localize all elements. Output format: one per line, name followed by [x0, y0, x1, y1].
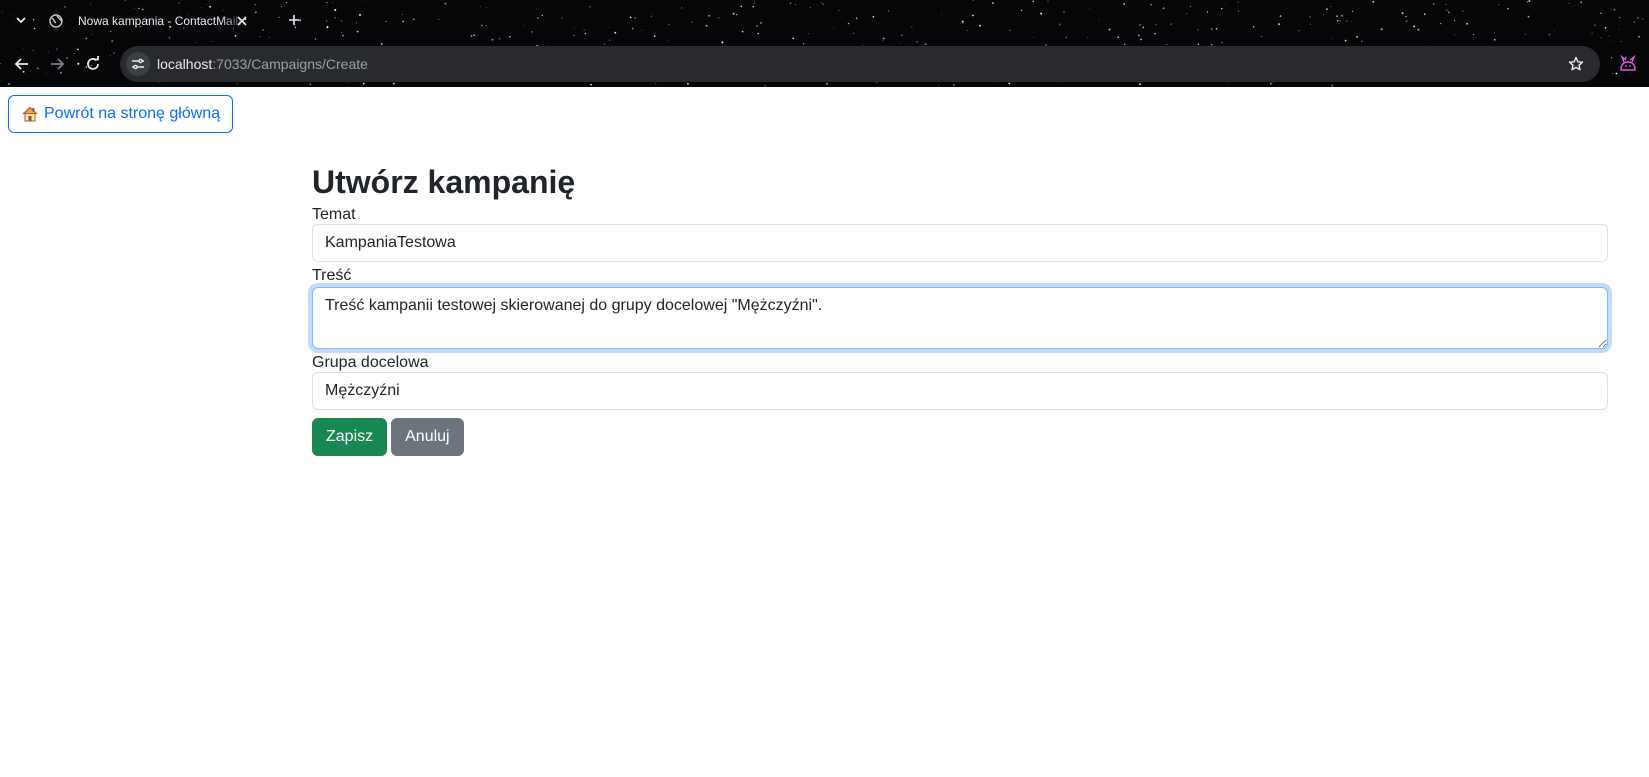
home-link-label: Powrót na stronę główną: [44, 105, 221, 122]
star-dot: [590, 83, 592, 86]
plus-icon[interactable]: [283, 9, 305, 31]
star-dot: [236, 83, 238, 85]
star-dot: [1620, 41, 1622, 42]
star-dot: [899, 43, 901, 44]
arrow-left-icon[interactable]: [9, 51, 35, 77]
subject-input[interactable]: [312, 224, 1608, 262]
cancel-button[interactable]: Anuluj: [391, 418, 464, 456]
star-dot: [1360, 40, 1363, 43]
star-dot: [194, 42, 196, 43]
star-dot: [1610, 41, 1612, 43]
star-dot: [938, 84, 940, 86]
browser-chrome: Nowa kampania - ContactMailer localhost:…: [0, 0, 1649, 87]
star-dot: [1139, 83, 1142, 86]
tab-strip: Nowa kampania - ContactMailer: [0, 0, 1649, 40]
globe-icon: [48, 13, 64, 29]
star-dot: [211, 40, 213, 43]
star-dot: [721, 41, 724, 44]
page-content: Powrót na stronę główną Utwórz kampanię …: [0, 87, 1649, 777]
close-icon[interactable]: [234, 13, 250, 29]
star-dot: [687, 82, 689, 85]
content-label: Treść: [312, 267, 352, 284]
star-dot: [825, 82, 828, 85]
house-icon: [21, 105, 39, 123]
star-dot: [655, 82, 657, 84]
star-icon[interactable]: [1566, 54, 1586, 74]
form-actions: Zapisz Anuluj: [312, 418, 1608, 456]
target-group-label: Grupa docelowa: [312, 354, 429, 371]
browser-toolbar: localhost:7033/Campaigns/Create: [0, 45, 1649, 83]
subject-label: Temat: [312, 206, 356, 223]
tab-active[interactable]: Nowa kampania - ContactMailer: [40, 6, 272, 36]
address-bar[interactable]: localhost:7033/Campaigns/Create: [120, 46, 1600, 82]
home-link-button[interactable]: Powrót na stronę główną: [8, 95, 234, 133]
star-dot: [309, 83, 311, 86]
star-dot: [1331, 84, 1333, 86]
content-textarea[interactable]: Treść kampanii testowej skierowanej do g…: [312, 287, 1608, 349]
tab-title: Nowa kampania - ContactMailer: [78, 14, 246, 28]
url-host: localhost: [157, 56, 213, 72]
star-dot: [668, 39, 669, 41]
tune-icon[interactable]: [126, 52, 150, 76]
url-path: :7033/Campaigns/Create: [212, 56, 368, 72]
campaign-form-container: Utwórz kampanię Temat Treść Treść kampan…: [312, 163, 1608, 456]
star-dot: [1221, 41, 1223, 44]
chevron-down-icon[interactable]: [10, 9, 32, 31]
target-group-input[interactable]: [312, 372, 1608, 410]
star-dot: [916, 40, 918, 43]
star-dot: [111, 40, 114, 43]
reload-icon[interactable]: [80, 51, 106, 77]
page-title: Utwórz kampanię: [312, 164, 576, 200]
arrow-right-icon[interactable]: [44, 51, 70, 77]
star-dot: [1270, 82, 1272, 85]
star-dot: [8, 83, 10, 85]
star-dot: [953, 84, 955, 86]
profile-icon[interactable]: [1616, 53, 1640, 75]
save-button[interactable]: Zapisz: [312, 418, 388, 456]
url-text: localhost:7033/Campaigns/Create: [157, 56, 368, 72]
